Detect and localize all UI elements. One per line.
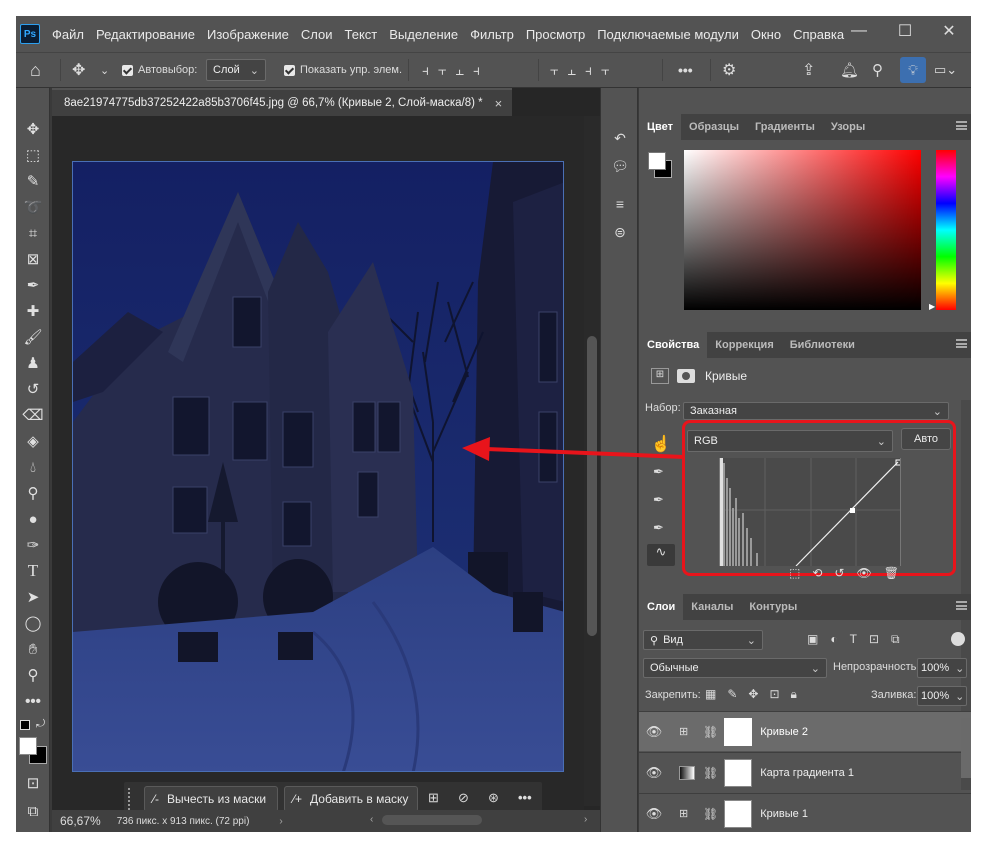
photoshop-window: Ps Файл Редактирование Изображение Слои …: [16, 16, 971, 832]
annotation-arrow: [462, 437, 685, 461]
